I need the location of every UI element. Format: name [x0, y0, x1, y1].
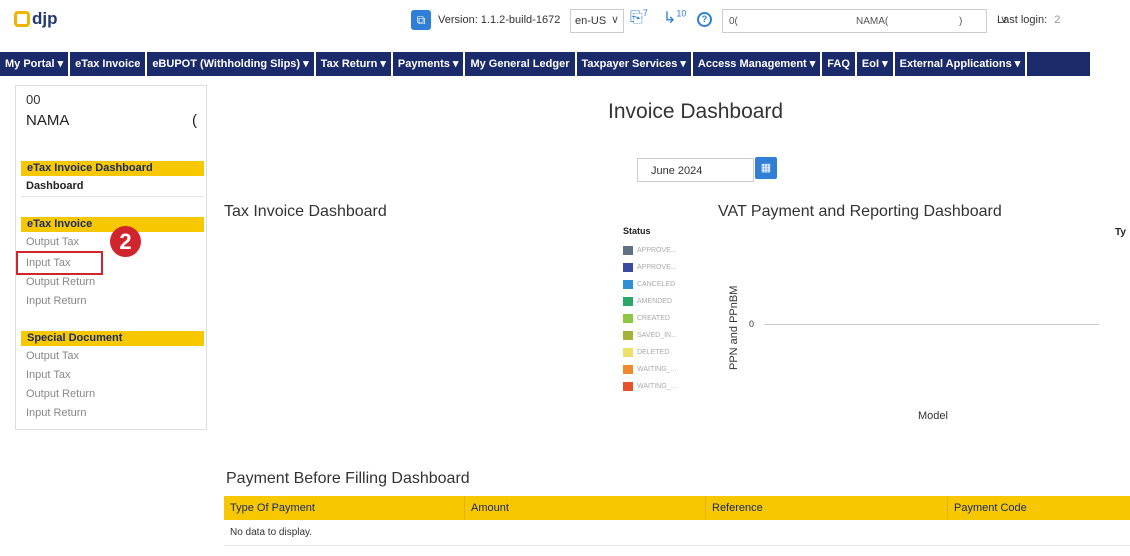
legend-label: WAITING_...: [637, 383, 677, 390]
legend-swatch: [623, 331, 633, 340]
payment-dashboard-title: Payment Before Filling Dashboard: [226, 470, 470, 487]
nav-ebupot[interactable]: eBUPOT (Withholding Slips) ▾: [147, 52, 316, 76]
sidebar-item-special-input-return[interactable]: Input Return: [26, 407, 87, 419]
top-header: djp ⧉ Version: 1.1.2-build-1672 en-US ∨ …: [0, 0, 1130, 46]
sidebar-user-id: 00: [26, 92, 41, 107]
legend-label: AMENDED: [637, 298, 673, 305]
notifications-icon[interactable]: ↳10: [663, 8, 686, 28]
logo-text: djp: [32, 9, 58, 28]
legend-swatch: [623, 297, 633, 306]
page-title: Invoice Dashboard: [608, 100, 784, 123]
column-header-amount[interactable]: Amount: [465, 496, 706, 520]
calendar-icon[interactable]: ▦: [755, 157, 777, 179]
legend-swatch: [623, 348, 633, 357]
language-select[interactable]: en-US ∨: [570, 9, 624, 33]
chevron-down-icon: ∨: [610, 14, 619, 26]
last-login: Last login: 2: [997, 14, 1060, 26]
legend-swatch: [623, 246, 633, 255]
legend-item[interactable]: AMENDED: [620, 293, 688, 310]
legend-label: WAITING_...: [637, 366, 677, 373]
nav-etax-invoice[interactable]: eTax Invoice: [70, 52, 148, 76]
nav-tax-return[interactable]: Tax Return ▾: [316, 52, 393, 76]
sidebar-item-input-return[interactable]: Input Return: [26, 295, 87, 307]
legend-item[interactable]: SAVED_IN...: [620, 327, 688, 344]
notifications-count-badge: 10: [676, 8, 687, 19]
version-text: Version: 1.1.2-build-1672: [438, 14, 561, 26]
nav-faq[interactable]: FAQ: [822, 52, 857, 76]
nav-payments[interactable]: Payments ▾: [393, 52, 466, 76]
legend-item[interactable]: CANCELED: [620, 276, 688, 293]
legend-item[interactable]: DELETED: [620, 344, 688, 361]
legend-item[interactable]: CREATED: [620, 310, 688, 327]
column-header-reference[interactable]: Reference: [706, 496, 948, 520]
input-tax-highlight: [16, 251, 103, 275]
taxpayer-suffix: ): [959, 16, 963, 27]
sidebar-header-etax-invoice: eTax Invoice: [21, 217, 204, 232]
column-header-type-of-payment[interactable]: Type Of Payment: [224, 496, 465, 520]
legend-item[interactable]: APPROVE...: [620, 242, 688, 259]
vat-dashboard-title: VAT Payment and Reporting Dashboard: [718, 203, 1002, 220]
divider: [21, 196, 204, 197]
nav-eoi[interactable]: EoI ▾: [857, 52, 895, 76]
step-number-badge: 2: [110, 226, 141, 257]
month-picker-input[interactable]: June 2024: [637, 158, 754, 182]
table-empty-message: No data to display.: [224, 520, 1130, 546]
logo-mark-icon: [14, 11, 30, 27]
sidebar-item-output-tax[interactable]: Output Tax: [26, 236, 79, 248]
chart-zero-line: [764, 324, 1099, 325]
taxpayer-id: 0(: [729, 16, 738, 27]
nav-general-ledger[interactable]: My General Ledger: [465, 52, 577, 76]
legend-label: APPROVE...: [637, 247, 677, 254]
status-legend: Status APPROVE... APPROVE... CANCELED AMEND…: [620, 224, 688, 404]
legend-label: SAVED_IN...: [637, 332, 677, 339]
taxpayer-name: NAMA(: [856, 16, 889, 27]
nav-my-portal[interactable]: My Portal ▾: [0, 52, 71, 76]
legend-item[interactable]: WAITING_...: [620, 378, 688, 395]
documents-icon[interactable]: ⎘7: [630, 8, 648, 27]
sidebar-item-special-output-return[interactable]: Output Return: [26, 388, 95, 400]
legend-label: CANCELED: [637, 281, 676, 288]
help-icon[interactable]: ?: [697, 12, 712, 27]
payment-table: Type Of Payment Amount Reference Payment…: [224, 496, 1130, 546]
copy-version-button[interactable]: ⧉: [411, 10, 431, 30]
nav-access-management[interactable]: Access Management ▾: [693, 52, 823, 76]
sidebar-user-name: NAMA: [26, 112, 70, 129]
type-label-truncated: Ty: [1115, 227, 1126, 238]
last-login-label: Last login:: [997, 14, 1048, 26]
sidebar-item-special-output-tax[interactable]: Output Tax: [26, 350, 79, 362]
column-header-payment-code[interactable]: Payment Code: [948, 496, 1130, 520]
y-axis-label: PPN and PPnBM: [728, 285, 740, 370]
sidebar-item-special-input-tax[interactable]: Input Tax: [26, 369, 70, 381]
legend-item[interactable]: APPROVE...: [620, 259, 688, 276]
legend-label: DELETED: [637, 349, 670, 356]
taxpayer-select[interactable]: 0( NAMA( ) ∨: [722, 9, 1008, 33]
legend-title: Status: [623, 226, 651, 236]
sidebar-header-dashboard: eTax Invoice Dashboard: [21, 161, 204, 176]
x-axis-label: Model: [918, 410, 948, 422]
legend-swatch: [623, 280, 633, 289]
nav-external-applications[interactable]: External Applications ▾: [895, 52, 1028, 76]
djp-logo[interactable]: djp: [14, 9, 58, 29]
tax-invoice-dashboard-title: Tax Invoice Dashboard: [224, 203, 387, 220]
legend-label: APPROVE...: [637, 264, 677, 271]
legend-item[interactable]: WAITING_...: [620, 361, 688, 378]
legend-swatch: [623, 314, 633, 323]
y-tick-label: 0: [749, 319, 755, 329]
legend-label: CREATED: [637, 315, 670, 322]
main-nav: My Portal ▾ eTax Invoice eBUPOT (Withhol…: [0, 52, 1090, 76]
sidebar-header-special-document: Special Document: [21, 331, 204, 346]
legend-swatch: [623, 365, 633, 374]
documents-count-badge: 7: [642, 8, 648, 18]
last-login-value: 2: [1054, 14, 1061, 26]
sidebar-user-suffix: (: [192, 112, 197, 129]
nav-taxpayer-services[interactable]: Taxpayer Services ▾: [577, 52, 693, 76]
legend-swatch: [623, 382, 633, 391]
legend-swatch: [623, 263, 633, 272]
sidebar-item-dashboard[interactable]: Dashboard: [26, 180, 83, 192]
sidebar-item-output-return[interactable]: Output Return: [26, 276, 95, 288]
legend-items: APPROVE... APPROVE... CANCELED AMENDED CREAT…: [620, 242, 688, 395]
language-value: en-US: [575, 15, 607, 27]
table-header: Type Of Payment Amount Reference Payment…: [224, 496, 1130, 520]
